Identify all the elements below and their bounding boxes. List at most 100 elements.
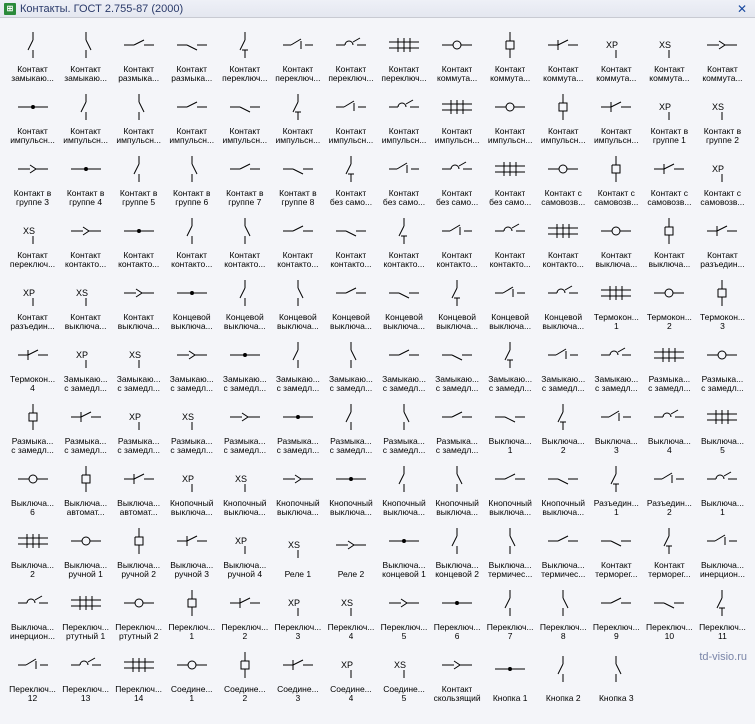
- shape-item[interactable]: Переключ...12: [6, 642, 59, 704]
- shape-item[interactable]: Контакт вгруппе 8: [271, 146, 324, 208]
- shape-item[interactable]: Выключа...4: [643, 394, 696, 456]
- shape-item[interactable]: Разъедин...2: [643, 456, 696, 518]
- shape-item[interactable]: Размыка...с замедл...: [6, 394, 59, 456]
- shape-item[interactable]: XSПереключ...4: [324, 580, 377, 642]
- shape-item[interactable]: Выключа...3: [590, 394, 643, 456]
- shape-item[interactable]: Переключ...6: [431, 580, 484, 642]
- shape-item[interactable]: Переключ...11: [696, 580, 749, 642]
- shape-item[interactable]: Выключа...концевой 1: [378, 518, 431, 580]
- shape-item[interactable]: Контактпереключ...: [218, 22, 271, 84]
- shape-item[interactable]: XSЗамыкаю...с замедл...: [112, 332, 165, 394]
- shape-item[interactable]: Переключ...ртутный 1: [59, 580, 112, 642]
- shape-item[interactable]: Контактимпульсн...: [218, 84, 271, 146]
- shape-item[interactable]: Термокон...4: [6, 332, 59, 394]
- shape-item[interactable]: Переключ...8: [537, 580, 590, 642]
- shape-item[interactable]: Разъедин...1: [590, 456, 643, 518]
- shape-item[interactable]: Контактимпульсн...: [6, 84, 59, 146]
- shape-item[interactable]: XPСоедине...4: [324, 642, 377, 704]
- shape-item[interactable]: Кнопка 1: [484, 642, 537, 704]
- shape-item[interactable]: Контактпереключ...: [324, 22, 377, 84]
- shape-item[interactable]: Кнопочныйвыключа...: [271, 456, 324, 518]
- shape-item[interactable]: Размыка...с замедл...: [431, 394, 484, 456]
- shape-item[interactable]: Контакт ссамовозв...: [590, 146, 643, 208]
- shape-item[interactable]: Контактимпульсн...: [271, 84, 324, 146]
- shape-item[interactable]: Переключ...13: [59, 642, 112, 704]
- shape-item[interactable]: Реле 2: [324, 518, 377, 580]
- shape-item[interactable]: Контакткоммута...: [484, 22, 537, 84]
- shape-item[interactable]: Размыка...с замедл...: [218, 394, 271, 456]
- shape-item[interactable]: Контакткоммута...: [431, 22, 484, 84]
- shape-item[interactable]: Контакт ссамовозв...: [643, 146, 696, 208]
- shape-item[interactable]: Контактимпульсн...: [537, 84, 590, 146]
- shape-item[interactable]: Контактимпульсн...: [431, 84, 484, 146]
- close-icon[interactable]: ✕: [733, 2, 751, 16]
- shape-item[interactable]: Замыкаю...с замедл...: [431, 332, 484, 394]
- shape-item[interactable]: Концевойвыключа...: [324, 270, 377, 332]
- shape-item[interactable]: Контактзамыкаю...: [59, 22, 112, 84]
- shape-item[interactable]: Концевойвыключа...: [271, 270, 324, 332]
- shape-item[interactable]: Размыка...с замедл...: [271, 394, 324, 456]
- shape-item[interactable]: XSСоедине...5: [378, 642, 431, 704]
- shape-item[interactable]: Выключа...2: [6, 518, 59, 580]
- shape-item[interactable]: Контакткоммута...: [696, 22, 749, 84]
- shape-item[interactable]: Контакттерморег...: [643, 518, 696, 580]
- shape-item[interactable]: Контакт вгруппе 6: [165, 146, 218, 208]
- shape-item[interactable]: Замыкаю...с замедл...: [378, 332, 431, 394]
- shape-item[interactable]: Концевойвыключа...: [431, 270, 484, 332]
- shape-item[interactable]: Переключ...14: [112, 642, 165, 704]
- shape-item[interactable]: Размыка...с замедл...: [643, 332, 696, 394]
- shape-item[interactable]: Контакт вгруппе 7: [218, 146, 271, 208]
- shape-item[interactable]: Контактимпульсн...: [112, 84, 165, 146]
- shape-item[interactable]: Контактконтакто...: [324, 208, 377, 270]
- shape-item[interactable]: Контактскользящий: [431, 642, 484, 704]
- shape-item[interactable]: Выключа...термичес...: [537, 518, 590, 580]
- shape-item[interactable]: Кнопочныйвыключа...: [484, 456, 537, 518]
- shape-item[interactable]: Контакт вгруппе 5: [112, 146, 165, 208]
- shape-item[interactable]: Замыкаю...с замедл...: [537, 332, 590, 394]
- shape-item[interactable]: Переключ...1: [165, 580, 218, 642]
- shape-item[interactable]: Замыкаю...с замедл...: [165, 332, 218, 394]
- shape-item[interactable]: Контактимпульсн...: [484, 84, 537, 146]
- shape-item[interactable]: XPРазмыка...с замедл...: [112, 394, 165, 456]
- shape-item[interactable]: Кнопочныйвыключа...: [378, 456, 431, 518]
- shape-item[interactable]: Соедине...3: [271, 642, 324, 704]
- shape-item[interactable]: Термокон...2: [643, 270, 696, 332]
- shape-item[interactable]: XPЗамыкаю...с замедл...: [59, 332, 112, 394]
- shape-item[interactable]: Соедине...1: [165, 642, 218, 704]
- shape-item[interactable]: Выключа...инерцион...: [696, 518, 749, 580]
- shape-item[interactable]: Контактимпульсн...: [59, 84, 112, 146]
- shape-item[interactable]: Выключа...ручной 2: [112, 518, 165, 580]
- shape-item[interactable]: Контактпереключ...: [378, 22, 431, 84]
- shape-item[interactable]: Контактбез само...: [324, 146, 377, 208]
- shape-item[interactable]: Кнопочныйвыключа...: [537, 456, 590, 518]
- shape-item[interactable]: Контактконтакто...: [112, 208, 165, 270]
- shape-item[interactable]: Замыкаю...с замедл...: [484, 332, 537, 394]
- shape-item[interactable]: Размыка...с замедл...: [324, 394, 377, 456]
- shape-item[interactable]: Контактконтакто...: [59, 208, 112, 270]
- shape-item[interactable]: XSКонтактпереключ...: [6, 208, 59, 270]
- shape-item[interactable]: Контактвыключа...: [643, 208, 696, 270]
- shape-item[interactable]: Контактимпульсн...: [378, 84, 431, 146]
- shape-item[interactable]: Концевойвыключа...: [537, 270, 590, 332]
- shape-item[interactable]: XSРазмыка...с замедл...: [165, 394, 218, 456]
- shape-item[interactable]: Выключа...термичес...: [484, 518, 537, 580]
- shape-item[interactable]: Кнопочныйвыключа...: [431, 456, 484, 518]
- shape-item[interactable]: Контактразъедин...: [696, 208, 749, 270]
- shape-item[interactable]: Выключа...инерцион...: [6, 580, 59, 642]
- shape-item[interactable]: XSКнопочныйвыключа...: [218, 456, 271, 518]
- shape-item[interactable]: Концевойвыключа...: [378, 270, 431, 332]
- shape-item[interactable]: Замыкаю...с замедл...: [324, 332, 377, 394]
- shape-item[interactable]: XSКонтакткоммута...: [643, 22, 696, 84]
- shape-item[interactable]: Переключ...5: [378, 580, 431, 642]
- shape-item[interactable]: Концевойвыключа...: [484, 270, 537, 332]
- shape-item[interactable]: Контактимпульсн...: [165, 84, 218, 146]
- shape-item[interactable]: Концевойвыключа...: [218, 270, 271, 332]
- shape-item[interactable]: XPПереключ...3: [271, 580, 324, 642]
- shape-item[interactable]: Переключ...9: [590, 580, 643, 642]
- shape-item[interactable]: XPКонтакт ссамовозв...: [696, 146, 749, 208]
- shape-item[interactable]: Размыка...с замедл...: [696, 332, 749, 394]
- shape-item[interactable]: XSКонтактвыключа...: [59, 270, 112, 332]
- shape-item[interactable]: Выключа...концевой 2: [431, 518, 484, 580]
- shape-item[interactable]: Контакт вгруппе 3: [6, 146, 59, 208]
- shape-item[interactable]: Контакттерморег...: [590, 518, 643, 580]
